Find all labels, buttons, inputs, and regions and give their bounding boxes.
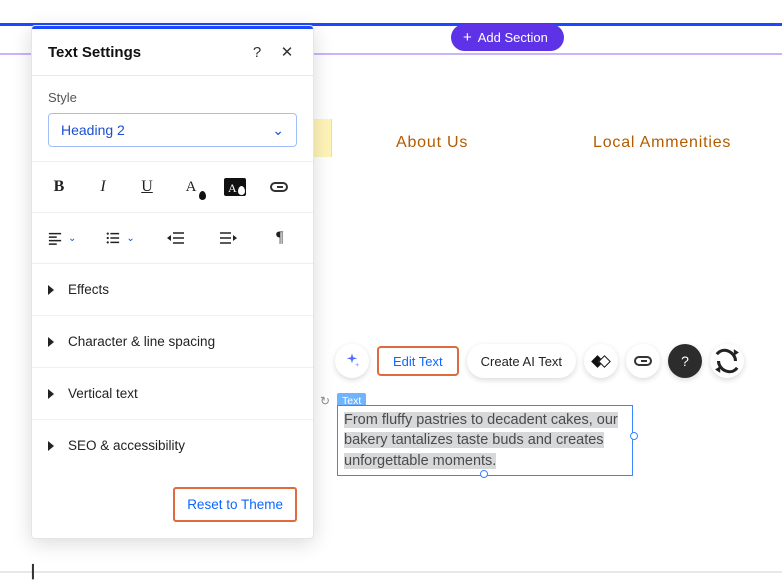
chevron-down-icon: ⌄ (126, 233, 134, 244)
link-icon (270, 182, 288, 192)
highlight-drop-icon (238, 186, 245, 195)
close-icon[interactable]: ✕ (277, 43, 297, 61)
font-color-A-icon: A (186, 179, 197, 196)
list-bullets-icon (106, 231, 120, 245)
text-element[interactable]: From fluffy pastries to decadent cakes, … (337, 405, 633, 476)
help-button[interactable]: ? (668, 344, 702, 378)
section-bottom-divider (0, 571, 782, 573)
ai-sparkle-button[interactable] (335, 344, 369, 378)
align-button[interactable]: ⌄ (48, 231, 76, 245)
panel-footer: Reset to Theme (32, 471, 313, 538)
indent-decrease-button[interactable] (165, 227, 187, 249)
nav-link-local[interactable]: Local Ammenities (593, 134, 731, 152)
animation-icon (594, 357, 608, 366)
align-left-icon (48, 231, 62, 245)
style-section: Style Heading 2 ⌄ (32, 76, 313, 162)
add-section-button[interactable]: + Add Section (451, 24, 564, 51)
style-select[interactable]: Heading 2 ⌄ (48, 113, 297, 147)
resize-handle-bottom[interactable] (480, 470, 488, 478)
sparkle-icon (343, 352, 361, 370)
font-color-button[interactable]: A (180, 176, 202, 198)
rotate-handle-icon[interactable]: ↻ (317, 393, 333, 409)
swap-button[interactable] (710, 344, 744, 378)
chevron-right-icon (48, 441, 54, 451)
animation-button[interactable] (584, 344, 618, 378)
page-section-edge (314, 119, 332, 157)
help-icon[interactable]: ? (247, 44, 267, 61)
style-select-value: Heading 2 (61, 122, 125, 138)
accordion-effects[interactable]: Effects (32, 264, 313, 316)
accordion-vertical-text[interactable]: Vertical text (32, 368, 313, 420)
text-content[interactable]: From fluffy pastries to decadent cakes, … (344, 412, 618, 469)
highlight-color-button[interactable]: A (224, 176, 246, 198)
reset-to-theme-button[interactable]: Reset to Theme (173, 487, 297, 522)
indent-decrease-icon (167, 231, 185, 245)
underline-button[interactable]: U (136, 176, 158, 198)
resize-handle-right[interactable] (630, 432, 638, 440)
list-button[interactable]: ⌄ (106, 231, 134, 245)
indent-increase-button[interactable] (217, 227, 239, 249)
indent-increase-icon (219, 231, 237, 245)
chevron-down-icon: ⌄ (68, 233, 76, 244)
paragraph-toolbar: ⌄ ⌄ ¶ (32, 213, 313, 264)
text-format-toolbar: B I U A A (32, 162, 313, 213)
link-icon (634, 356, 652, 366)
chevron-down-icon: ⌄ (272, 122, 284, 139)
style-field-label: Style (48, 90, 297, 105)
chevron-right-icon (48, 285, 54, 295)
accordion-label: Vertical text (68, 386, 138, 401)
accordion-spacing[interactable]: Character & line spacing (32, 316, 313, 368)
text-direction-button[interactable]: ¶ (269, 227, 291, 249)
add-section-label: Add Section (478, 30, 548, 45)
question-icon: ? (681, 353, 689, 369)
editor-caret: ┃ (29, 565, 37, 580)
plus-icon: + (463, 30, 472, 45)
link-button[interactable] (268, 176, 290, 198)
link-button[interactable] (626, 344, 660, 378)
swap-icon (710, 344, 744, 378)
accordion-label: Effects (68, 282, 109, 297)
accordion-label: Character & line spacing (68, 334, 215, 349)
nav-link-about[interactable]: About Us (396, 134, 468, 152)
italic-button[interactable]: I (92, 176, 114, 198)
edit-text-button[interactable]: Edit Text (377, 346, 459, 376)
element-context-toolbar: Edit Text Create AI Text ? (335, 344, 744, 378)
chevron-right-icon (48, 337, 54, 347)
text-settings-panel: Text Settings ? ✕ Style Heading 2 ⌄ B I … (31, 25, 314, 539)
create-ai-text-button[interactable]: Create AI Text (467, 344, 576, 378)
accordion-seo[interactable]: SEO & accessibility (32, 420, 313, 471)
panel-header: Text Settings ? ✕ (32, 29, 313, 76)
drop-icon (199, 191, 206, 200)
accordion-label: SEO & accessibility (68, 438, 185, 453)
highlight-A-icon: A (228, 181, 237, 196)
bold-button[interactable]: B (48, 176, 70, 198)
panel-title: Text Settings (48, 44, 247, 61)
chevron-right-icon (48, 389, 54, 399)
